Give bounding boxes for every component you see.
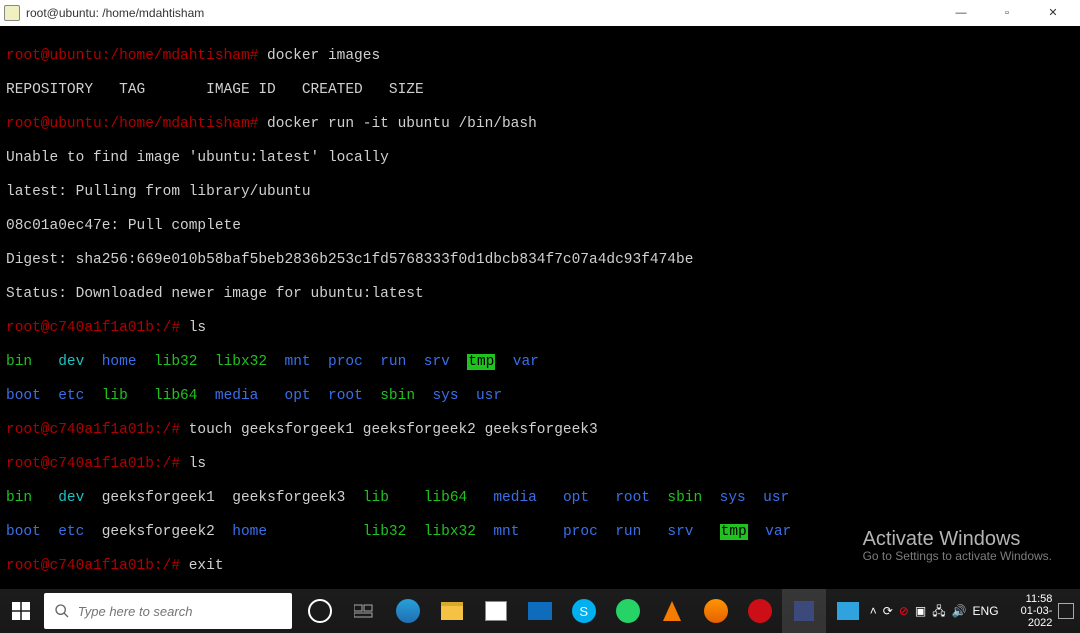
window-minimize-button[interactable]: — — [938, 0, 984, 26]
task-view-button[interactable] — [342, 589, 386, 633]
store-app-icon[interactable] — [474, 589, 518, 633]
clock-time: 11:58 — [1005, 593, 1053, 605]
tray-security-icon[interactable]: ⊘ — [899, 603, 909, 620]
action-center-icon[interactable] — [1058, 603, 1074, 619]
terminal-pane[interactable]: root@ubuntu:/home/mdahtisham# docker ima… — [0, 26, 1080, 589]
window-titlebar: root@ubuntu: /home/mdahtisham — ▫ ✕ — [0, 0, 1080, 26]
opera-app-icon[interactable] — [738, 589, 782, 633]
firefox-app-icon[interactable] — [694, 589, 738, 633]
edge-app-icon[interactable] — [386, 589, 430, 633]
taskbar-clock[interactable]: 11:58 01-03-2022 — [1005, 593, 1053, 629]
windows-logo-icon — [12, 602, 30, 620]
start-button[interactable] — [0, 589, 42, 633]
putty-icon — [4, 5, 20, 21]
mail-app-icon[interactable] — [518, 589, 562, 633]
clock-date: 01-03-2022 — [1005, 605, 1053, 629]
vlc-app-icon[interactable] — [650, 589, 694, 633]
windows-taskbar: S ˄ ⟳ ⊘ ▣ 🖧 🔊 ENG 11:58 01-03-2022 — [0, 589, 1080, 633]
putty-app-icon[interactable] — [782, 589, 826, 633]
taskbar-pinned-apps: S — [298, 589, 870, 633]
tray-volume-icon[interactable]: 🔊 — [952, 603, 967, 620]
activate-windows-watermark: Activate Windows Go to Settings to activ… — [863, 531, 1052, 565]
window-close-button[interactable]: ✕ — [1030, 0, 1076, 26]
window-title: root@ubuntu: /home/mdahtisham — [26, 5, 938, 22]
tray-sync-icon[interactable]: ⟳ — [883, 603, 893, 620]
system-tray: ˄ ⟳ ⊘ ▣ 🖧 🔊 ENG 11:58 01-03-2022 — [870, 593, 1080, 629]
skype-app-icon[interactable]: S — [562, 589, 606, 633]
window-maximize-button[interactable]: ▫ — [984, 0, 1030, 26]
tray-network-icon[interactable]: 🖧 — [932, 603, 945, 620]
watermark-subtitle: Go to Settings to activate Windows. — [863, 548, 1052, 565]
cortana-button[interactable] — [298, 589, 342, 633]
search-input[interactable] — [78, 604, 282, 619]
tray-language[interactable]: ENG — [973, 603, 999, 620]
search-icon — [54, 603, 70, 619]
taskbar-search[interactable] — [44, 593, 292, 629]
watermark-title: Activate Windows — [863, 531, 1052, 548]
photos-app-icon[interactable] — [826, 589, 870, 633]
file-explorer-icon[interactable] — [430, 589, 474, 633]
tray-battery-icon[interactable]: ▣ — [915, 603, 926, 620]
tray-overflow-icon[interactable]: ˄ — [870, 603, 877, 620]
task-view-icon — [354, 603, 374, 619]
whatsapp-app-icon[interactable] — [606, 589, 650, 633]
